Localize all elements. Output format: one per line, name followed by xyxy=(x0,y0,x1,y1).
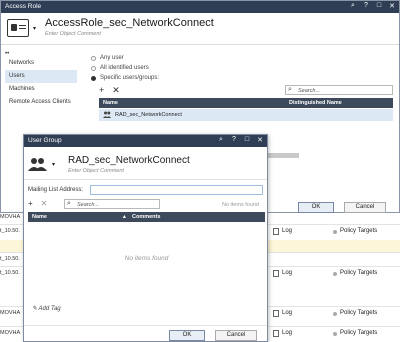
policy-targets-icon xyxy=(333,230,337,234)
track-cell: Log xyxy=(282,270,293,276)
option-label: Any user xyxy=(100,55,124,61)
access-role-nav: •• Networks Users Machines Remote Access… xyxy=(5,51,77,109)
search-placeholder: Search... xyxy=(77,202,100,208)
track-cell: Log xyxy=(282,310,293,316)
user-group-icon[interactable] xyxy=(28,157,48,171)
header-divider xyxy=(24,179,267,180)
rule-name-fragment: t_10.50. xyxy=(0,228,20,234)
access-role-titlebar[interactable]: Access Role ⌕ ? □ ✕ xyxy=(1,1,399,13)
column-header-name[interactable]: Name xyxy=(32,214,47,220)
track-cell: Log xyxy=(282,228,293,234)
option-all-identified-users[interactable]: All identified users xyxy=(91,65,149,71)
add-icon[interactable]: + xyxy=(28,199,33,208)
users-toolbar: + ✕ xyxy=(99,85,120,96)
badge-photo-shape xyxy=(11,24,17,31)
cancel-button[interactable]: Cancel xyxy=(344,202,386,213)
nav-item-users[interactable]: Users xyxy=(5,70,77,83)
log-icon xyxy=(273,228,279,235)
badge-lines-shape xyxy=(19,25,26,26)
remove-icon[interactable]: ✕ xyxy=(112,85,120,96)
option-specific-users[interactable]: Specific users/groups: xyxy=(91,75,159,81)
option-label: Specific users/groups: xyxy=(100,75,160,81)
log-icon xyxy=(273,270,279,277)
header-divider xyxy=(1,44,399,45)
help-icon[interactable]: ? xyxy=(230,136,238,144)
user-group-icon xyxy=(103,111,111,118)
search-result-status: No items found xyxy=(222,202,259,208)
search-placeholder: Search... xyxy=(298,88,321,94)
policy-targets-icon xyxy=(333,312,337,316)
nav-item-remote-access-clients[interactable]: Remote Access Clients xyxy=(5,96,77,109)
column-header-distinguished-name[interactable]: Distinguished Name xyxy=(289,100,342,106)
policy-targets-icon xyxy=(333,332,337,336)
empty-table-message: No items found xyxy=(124,255,169,262)
cancel-button[interactable]: Cancel xyxy=(215,330,257,341)
column-header-name[interactable]: Name xyxy=(103,100,118,106)
policy-targets-icon xyxy=(333,272,337,276)
search-icon: ⌕ xyxy=(288,86,292,93)
maximize-icon[interactable]: □ xyxy=(243,136,251,144)
install-on-cell: Policy Targets xyxy=(340,270,378,276)
rule-name-fragment: MOVHA xyxy=(0,310,21,316)
radio-button[interactable] xyxy=(91,55,96,61)
option-label: All identified users xyxy=(100,65,149,71)
search-icon[interactable]: ⌕ xyxy=(217,136,225,144)
object-comment[interactable]: Enter Object Comment xyxy=(45,31,101,37)
search-icon: ⌕ xyxy=(67,200,71,207)
nav-item-networks[interactable]: Networks xyxy=(5,57,77,70)
install-on-cell: Policy Targets xyxy=(340,310,378,316)
window-title: Access Role xyxy=(5,3,42,10)
rule-name-fragment: t_10.50. xyxy=(0,270,20,276)
object-name[interactable]: AccessRole_sec_NetworkConnect xyxy=(45,17,214,29)
members-table-header: Name ▴ Comments xyxy=(28,212,265,222)
object-name[interactable]: RAD_sec_NetworkConnect xyxy=(68,155,190,166)
nav-item-machines[interactable]: Machines xyxy=(5,83,77,96)
option-any-user[interactable]: Any user xyxy=(91,55,124,61)
user-group-window: User Group ⌕ ? □ ✕ ▾ RAD_sec_NetworkConn… xyxy=(23,134,268,342)
search-icon[interactable]: ⌕ xyxy=(349,2,357,10)
column-header-comments[interactable]: Comments xyxy=(132,214,160,220)
sort-ascending-icon[interactable]: ▴ xyxy=(123,214,126,220)
remove-icon[interactable]: ✕ xyxy=(41,199,48,208)
table-row[interactable]: RAD_sec_NetworkConnect xyxy=(99,109,393,121)
rule-name-fragment: MOVHA xyxy=(0,330,21,336)
install-on-cell: Policy Targets xyxy=(340,330,378,336)
ok-button[interactable]: OK xyxy=(169,330,205,341)
close-icon[interactable]: ✕ xyxy=(256,136,264,144)
users-table-header: Name Distinguished Name xyxy=(99,98,393,108)
log-icon xyxy=(273,330,279,337)
members-toolbar: + ✕ xyxy=(28,199,47,208)
tag-icon: ✎ xyxy=(32,306,38,312)
users-search-input[interactable]: ⌕ Search... xyxy=(285,85,393,95)
track-cell: Log xyxy=(282,330,293,336)
chevron-down-icon[interactable]: ▾ xyxy=(33,25,36,32)
window-title: User Group xyxy=(28,137,62,144)
maximize-icon[interactable]: □ xyxy=(375,2,383,10)
object-comment[interactable]: Enter Object Comment xyxy=(68,168,124,174)
radio-button-selected[interactable] xyxy=(91,75,96,81)
add-tag-label: Add Tag xyxy=(38,306,61,312)
add-icon[interactable]: + xyxy=(99,85,104,96)
rule-name-fragment: t_10.50. xyxy=(0,256,20,262)
install-on-cell: Policy Targets xyxy=(340,228,378,234)
close-icon[interactable]: ✕ xyxy=(388,2,396,10)
chevron-down-icon[interactable]: ▾ xyxy=(52,161,55,168)
access-role-icon[interactable] xyxy=(7,19,29,37)
add-tag-link[interactable]: ✎ Add Tag xyxy=(32,305,61,312)
mailing-list-label: Mailing List Address: xyxy=(28,187,84,193)
log-icon xyxy=(273,310,279,317)
help-icon[interactable]: ? xyxy=(362,2,370,10)
rule-name-fragment: MOVHA xyxy=(0,214,21,220)
members-search-input[interactable]: ⌕ Search... xyxy=(64,199,160,209)
ok-button[interactable]: OK xyxy=(298,202,334,213)
user-group-titlebar[interactable]: User Group ⌕ ? □ ✕ xyxy=(24,135,267,147)
footer-divider xyxy=(24,325,267,326)
mailing-list-input[interactable] xyxy=(90,185,263,195)
row-name: RAD_sec_NetworkConnect xyxy=(115,112,182,118)
radio-button[interactable] xyxy=(91,65,96,71)
